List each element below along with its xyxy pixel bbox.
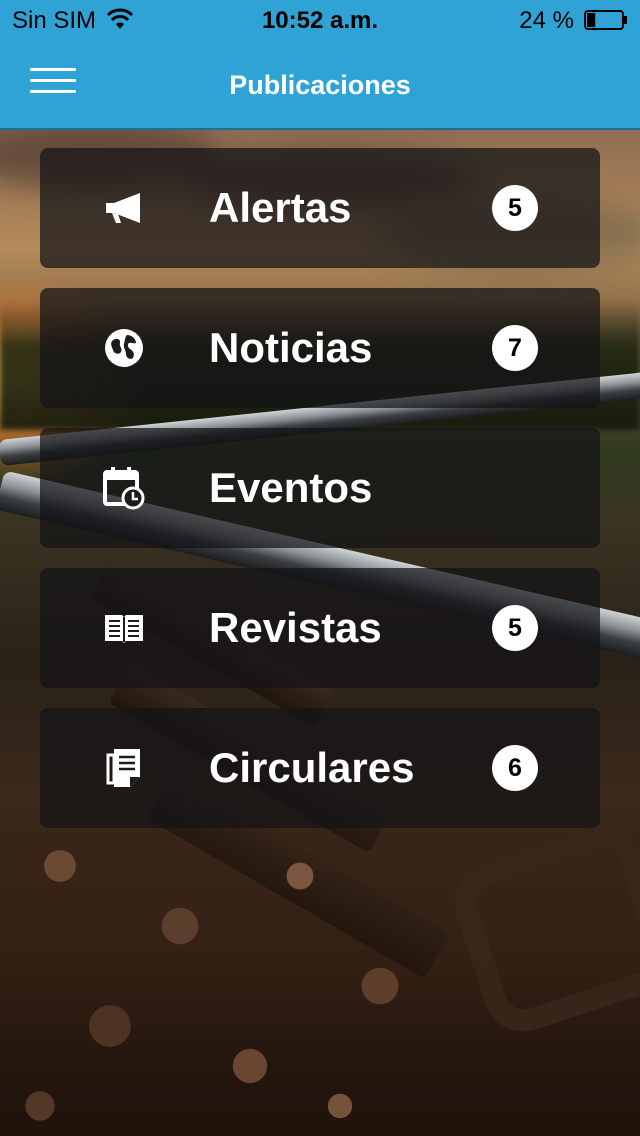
menu-item-alertas[interactable]: Alertas 5: [40, 148, 600, 268]
menu-item-noticias[interactable]: Noticias 7: [40, 288, 600, 408]
battery-icon: [584, 10, 627, 30]
page-title: Publicaciones: [229, 70, 411, 100]
status-bar: Sin SIM 10:52 a.m. 24 %: [0, 0, 640, 40]
menu-item-label: Alertas: [209, 184, 352, 231]
menu-item-eventos[interactable]: Eventos: [40, 428, 600, 548]
menu-item-revistas[interactable]: Revistas 5: [40, 568, 600, 688]
calendar-clock-icon: [102, 467, 146, 510]
megaphone-icon: [102, 188, 146, 228]
open-book-icon: [102, 608, 146, 648]
menu-item-label: Noticias: [209, 324, 373, 371]
count-badge: 5: [492, 605, 538, 651]
menu-item-circulares[interactable]: Circulares 6: [40, 708, 600, 828]
count-badge: 6: [492, 745, 538, 791]
count-badge: 7: [492, 325, 538, 371]
count-badge: 5: [492, 185, 538, 231]
document-icon: [102, 748, 146, 788]
globe-icon: [102, 328, 146, 368]
battery-percent: 24 %: [519, 7, 574, 34]
menu-item-label: Revistas: [209, 604, 382, 651]
menu-item-label: Eventos: [209, 464, 373, 511]
menu-item-label: Circulares: [209, 744, 415, 791]
nav-bar: Publicaciones: [0, 40, 640, 130]
